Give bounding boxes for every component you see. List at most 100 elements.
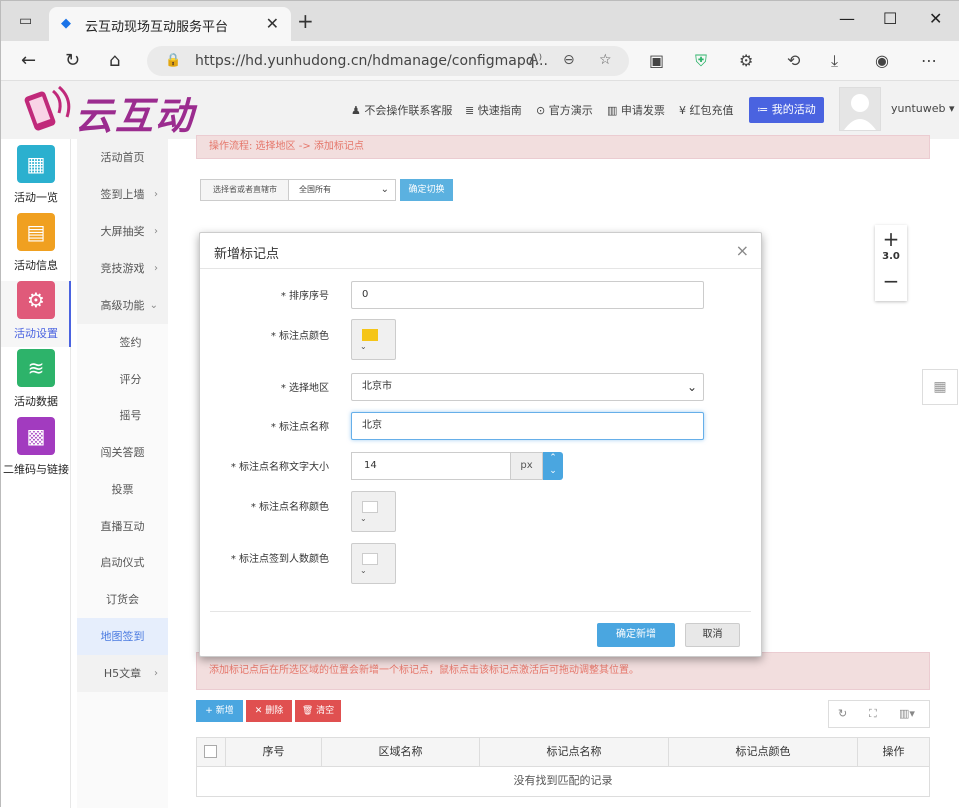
nav-demo-label: 官方演示	[548, 104, 593, 117]
zoom-in-icon[interactable]: +	[875, 225, 907, 253]
col-index[interactable]: 序号	[225, 738, 321, 766]
submenu-item-sign[interactable]: 签约	[85, 324, 176, 361]
submenu-item-lottery[interactable]: 大屏抽奖 ›	[77, 213, 168, 250]
layout-grid-icon[interactable]: ▦	[922, 369, 958, 405]
nav-recharge[interactable]: ¥ 红包充值	[679, 102, 734, 118]
history-icon[interactable]: ⟲	[787, 51, 800, 70]
alert-bottom: 添加标记点后在所选区域的位置会新增一个标记点，鼠标点击该标记点激活后可拖动调整其…	[196, 652, 930, 690]
username-dropdown[interactable]: yuntuweb ▾	[891, 102, 955, 115]
count-color-swatch	[362, 553, 378, 565]
submenu-item-vote[interactable]: 投票	[77, 471, 168, 508]
collections-icon[interactable]: ▣	[649, 51, 664, 70]
submenu-label: 订货会	[106, 593, 139, 606]
close-window-icon[interactable]: ✕	[929, 9, 942, 28]
submenu-item-advanced[interactable]: 高级功能 ⌄	[77, 287, 168, 324]
submenu-item-rating[interactable]: 评分	[85, 361, 176, 398]
url-field[interactable]: 🔒 https://hd.yunhudong.cn/hdmanage/confi…	[147, 46, 629, 76]
leftbar-label: 活动数据	[14, 395, 58, 408]
region-select-modal[interactable]: 北京市 ⌄	[351, 373, 704, 401]
document-icon: ▤	[17, 213, 55, 251]
minimize-icon[interactable]: —	[839, 9, 855, 28]
submenu-item-order[interactable]: 订货会	[77, 581, 168, 618]
profile-icon[interactable]: ◉	[875, 51, 889, 70]
name-color-swatch	[362, 501, 378, 513]
submenu-label: 摇号	[119, 409, 142, 422]
maximize-icon[interactable]: ☐	[883, 9, 897, 28]
fullscreen-icon[interactable]: ⛶	[869, 707, 877, 721]
confirm-add-button[interactable]: 确定新增	[597, 623, 675, 647]
nav-invoice[interactable]: ▥ 申请发票	[607, 102, 665, 118]
marker-name-input[interactable]: 北京	[351, 412, 704, 440]
order-input[interactable]: 0	[351, 281, 704, 309]
chevron-down-icon[interactable]: ⌄	[543, 465, 563, 478]
leftbar-item-data[interactable]: ≋ 活动数据	[1, 349, 71, 415]
select-all-checkbox[interactable]	[204, 745, 217, 758]
zoom-icon[interactable]: ⊖	[563, 52, 575, 68]
back-icon[interactable]: ←	[21, 50, 36, 71]
read-aloud-icon[interactable]: A⁾	[529, 52, 542, 68]
avatar[interactable]	[839, 87, 881, 131]
name-color-picker[interactable]: ⌄	[351, 491, 396, 532]
refresh-icon[interactable]: ↻	[838, 707, 847, 720]
submenu-item-launch[interactable]: 启动仪式	[77, 544, 168, 581]
marker-color-label: * 标注点颜色	[270, 331, 329, 342]
lock-icon[interactable]: 🔒	[165, 53, 181, 68]
close-icon[interactable]: ×	[736, 241, 749, 260]
extensions-icon[interactable]: ⚙	[739, 51, 753, 70]
more-icon[interactable]: ⋯	[921, 51, 937, 70]
zoom-out-icon[interactable]: −	[875, 267, 907, 295]
submenu-item-home[interactable]: 活动首页	[77, 139, 168, 176]
chevron-right-icon: ›	[154, 226, 158, 237]
cancel-button[interactable]: 取消	[685, 623, 740, 647]
submenu-item-draw[interactable]: 摇号	[85, 397, 176, 434]
new-tab-icon[interactable]: +	[297, 9, 314, 33]
font-size-label: * 标注点名称文字大小	[230, 462, 329, 473]
submenu-label: 直播互动	[100, 520, 145, 533]
logo-phone-icon	[24, 85, 71, 131]
close-tab-icon[interactable]: ✕	[266, 14, 279, 33]
clear-button[interactable]: 🗑 清空	[295, 700, 341, 722]
col-marker-color[interactable]: 标记点颜色	[668, 738, 857, 766]
leftbar-item-qrcode[interactable]: ▩ 二维码与链接	[1, 417, 71, 483]
download-icon[interactable]: ⤓	[831, 51, 838, 71]
tab-title: 云互动现场互动服务平台	[85, 20, 229, 35]
tab-actions-icon[interactable]: ▭	[19, 13, 32, 29]
shield-icon[interactable]: ⛨	[695, 51, 707, 71]
leftbar-item-overview[interactable]: ▦ 活动一览	[1, 145, 71, 211]
site-header: 云互动 ♟ 不会操作联系客服 ≣ 快速指南 ⊙ 官方演示 ▥ 申请发票 ¥ 红包…	[1, 81, 959, 139]
nav-guide-label: 快速指南	[477, 104, 522, 117]
chevron-down-icon: ⌄	[360, 342, 367, 351]
add-marker-modal: 新增标记点 × * 排序序号 0 * 标注点颜色 ⌄ * 选择地区 北京市 ⌄ *…	[199, 232, 762, 657]
submenu-item-h5[interactable]: H5文章 ›	[77, 655, 168, 692]
marker-color-picker[interactable]: ⌄	[351, 319, 396, 360]
favorite-icon[interactable]: ☆	[599, 52, 612, 68]
submenu-item-live[interactable]: 直播互动	[77, 508, 168, 545]
leftbar-item-settings[interactable]: ⚙ 活动设置	[1, 281, 71, 347]
submenu-item-signin-wall[interactable]: 签到上墙 ›	[77, 176, 168, 213]
font-size-input[interactable]: 14	[351, 452, 511, 480]
col-marker-name[interactable]: 标记点名称	[479, 738, 668, 766]
leftbar-item-info[interactable]: ▤ 活动信息	[1, 213, 71, 279]
chevron-up-icon[interactable]: ⌃	[543, 452, 563, 465]
refresh-icon[interactable]: ↻	[65, 50, 80, 71]
nav-demo[interactable]: ⊙ 官方演示	[536, 102, 593, 118]
chevron-down-icon: ⌄	[149, 300, 158, 311]
region-select[interactable]: 全国所有 ⌄	[288, 179, 396, 201]
browser-tab[interactable]: ◆ 云互动现场互动服务平台 ✕	[49, 7, 291, 41]
submenu-item-games[interactable]: 竞技游戏 ›	[77, 250, 168, 287]
submenu-label: 闯关答题	[100, 446, 145, 459]
my-activity-button[interactable]: ≔ 我的活动	[749, 97, 824, 123]
confirm-switch-button[interactable]: 确定切换	[400, 179, 453, 201]
submenu-item-quiz[interactable]: 闯关答题	[77, 434, 168, 471]
columns-icon[interactable]: ▥▾	[899, 707, 915, 720]
submenu-item-map-signin[interactable]: 地图签到	[77, 618, 168, 655]
home-icon[interactable]: ⌂	[109, 50, 120, 71]
nav-guide[interactable]: ≣ 快速指南	[465, 102, 522, 118]
col-region[interactable]: 区域名称	[321, 738, 479, 766]
font-size-stepper[interactable]: ⌃ ⌄	[543, 452, 563, 480]
add-button[interactable]: + 新增	[196, 700, 243, 722]
count-color-picker[interactable]: ⌄	[351, 543, 396, 584]
nav-contact[interactable]: ♟ 不会操作联系客服	[351, 102, 452, 118]
qrcode-icon: ▩	[17, 417, 55, 455]
delete-button[interactable]: ✕ 删除	[246, 700, 292, 722]
